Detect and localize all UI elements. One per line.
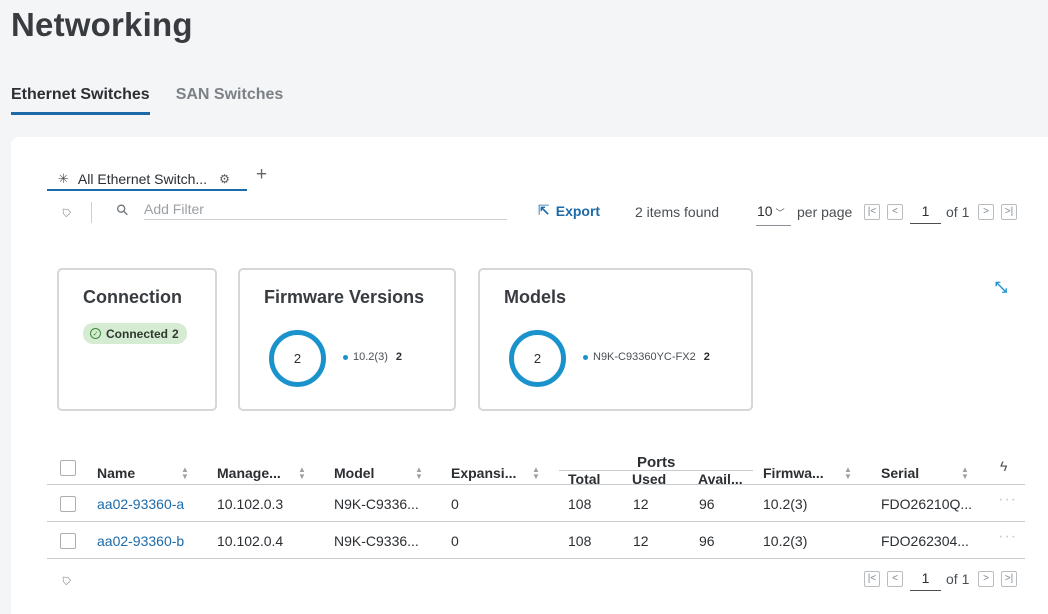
row-firmware: 10.2(3) <box>763 496 808 512</box>
firmware-donut[interactable]: 2 <box>269 330 326 387</box>
asterisk-icon: ✳ <box>58 170 69 186</box>
per-page-select[interactable]: 10 ﹀ <box>756 201 791 226</box>
page-of-label: of 1 <box>946 571 970 587</box>
models-legend-label: N9K-C93360YC-FX2 <box>593 351 696 363</box>
search-icon: ⚲ <box>112 200 133 221</box>
filter-input[interactable] <box>144 199 507 220</box>
content-card: ✳ All Ethernet Switch... ⚙ + ⌂ ⚲ ⇱ Expor… <box>11 137 1048 614</box>
row-model: N9K-C9336... <box>334 533 419 549</box>
top-tabs: Ethernet Switches SAN Switches <box>11 86 309 115</box>
connected-label: Connected <box>106 326 169 341</box>
col-ports: Ports <box>637 454 676 471</box>
legend-dot <box>343 354 348 360</box>
row-ports-available: 96 <box>699 533 715 549</box>
first-page-button[interactable]: |< <box>864 571 880 587</box>
ports-column-group: Ports Total Used Avail... <box>559 448 790 487</box>
page-title: Networking <box>11 6 193 43</box>
row-more-icon[interactable]: ··· <box>998 491 1017 509</box>
bolt-icon[interactable]: ϟ <box>1000 458 1007 474</box>
export-button[interactable]: ⇱ Export <box>538 202 600 219</box>
firmware-title: Firmware Versions <box>264 287 425 307</box>
col-firmware[interactable]: Firmwa... <box>763 465 824 481</box>
table-header: Name ▲ ▼ Manage... ▲ ▼ Model ▲ ▼ Expansi...… <box>47 444 1025 487</box>
row-ports-total: 108 <box>568 496 592 512</box>
items-found-count: 2 items found <box>635 204 720 220</box>
row-name-link[interactable]: aa02-93360-b <box>97 533 184 549</box>
col-serial[interactable]: Serial <box>881 465 919 481</box>
col-expansion[interactable]: Expansi... <box>451 465 516 481</box>
connection-widget: Connection ✓ Connected 2 <box>57 268 217 411</box>
models-legend-item[interactable]: N9K-C93360YC-FX2 2 <box>583 351 710 363</box>
last-page-button[interactable]: >| <box>1001 204 1017 220</box>
gear-icon[interactable]: ⚙ <box>219 172 230 186</box>
prev-page-button[interactable]: < <box>887 204 903 220</box>
sort-icon[interactable]: ▲ ▼ <box>181 466 189 481</box>
sort-icon[interactable]: ▲ ▼ <box>415 466 423 481</box>
row-ports-available: 96 <box>699 496 715 512</box>
next-page-button[interactable]: > <box>978 571 994 587</box>
view-tab-label: All Ethernet Switch... <box>77 170 208 187</box>
table-row[interactable]: aa02-93360-a 10.102.0.3 N9K-C9336... 0 1… <box>47 485 1025 522</box>
row-management: 10.102.0.4 <box>217 533 284 549</box>
row-expansion: 0 <box>451 496 459 512</box>
connection-title: Connection <box>83 287 182 307</box>
models-donut[interactable]: 2 <box>509 330 566 387</box>
row-serial: FDO26210Q... <box>881 496 973 512</box>
per-page-label: per page <box>797 204 853 220</box>
export-icon: ⇱ <box>538 202 550 218</box>
sort-icon[interactable]: ▲ ▼ <box>961 466 969 481</box>
row-serial: FDO262304... <box>881 533 969 549</box>
firmware-widget: Firmware Versions 2 10.2(3) 2 <box>238 268 456 411</box>
prev-page-button[interactable]: < <box>887 571 903 587</box>
sort-icon[interactable]: ▲ ▼ <box>532 466 540 481</box>
collapse-icon[interactable]: ⤡ <box>995 279 1007 296</box>
tag-icon[interactable]: ⌂ <box>56 570 74 588</box>
row-ports-used: 12 <box>633 496 649 512</box>
row-ports-total: 108 <box>568 533 592 549</box>
tab-ethernet-switches[interactable]: Ethernet Switches <box>11 86 150 115</box>
legend-dot <box>583 354 588 360</box>
page-number-input[interactable] <box>910 199 941 224</box>
check-circle-icon: ✓ <box>90 328 101 339</box>
view-tab-all-ethernet[interactable]: ✳ All Ethernet Switch... ⚙ <box>47 168 247 191</box>
first-page-button[interactable]: |< <box>864 204 880 220</box>
per-page-value: 10 <box>757 203 773 219</box>
models-title: Models <box>504 287 567 307</box>
col-management[interactable]: Manage... <box>217 465 281 481</box>
page-of-label: of 1 <box>946 204 970 220</box>
firmware-legend-label: 10.2(3) <box>353 351 388 363</box>
row-ports-used: 12 <box>633 533 649 549</box>
models-widget: Models 2 N9K-C93360YC-FX2 2 <box>478 268 753 411</box>
row-checkbox[interactable] <box>60 533 76 549</box>
chevron-down-icon: ﹀ <box>775 208 785 218</box>
page-number-input[interactable] <box>910 566 941 591</box>
table-row[interactable]: aa02-93360-b 10.102.0.4 N9K-C9336... 0 1… <box>47 522 1025 559</box>
select-all-checkbox[interactable] <box>60 460 76 476</box>
row-name-link[interactable]: aa02-93360-a <box>97 496 184 512</box>
toolbar-divider <box>91 202 92 223</box>
add-view-tab-button[interactable]: + <box>256 164 267 186</box>
tag-icon[interactable]: ⌂ <box>56 202 74 220</box>
firmware-legend-value: 2 <box>395 351 402 363</box>
col-model[interactable]: Model <box>334 465 374 481</box>
tab-san-switches[interactable]: SAN Switches <box>176 86 284 115</box>
sort-icon[interactable]: ▲ ▼ <box>298 466 306 481</box>
export-label: Export <box>555 202 601 219</box>
row-expansion: 0 <box>451 533 459 549</box>
row-firmware: 10.2(3) <box>763 533 808 549</box>
sort-icon[interactable]: ▲ ▼ <box>844 466 852 481</box>
last-page-button[interactable]: >| <box>1001 571 1017 587</box>
connected-badge[interactable]: ✓ Connected 2 <box>83 323 187 344</box>
next-page-button[interactable]: > <box>978 204 994 220</box>
row-checkbox[interactable] <box>60 496 76 512</box>
models-legend-value: 2 <box>703 351 710 363</box>
row-more-icon[interactable]: ··· <box>998 528 1017 546</box>
row-model: N9K-C9336... <box>334 496 419 512</box>
col-name[interactable]: Name <box>97 465 135 481</box>
connected-count: 2 <box>172 326 179 341</box>
firmware-legend-item[interactable]: 10.2(3) 2 <box>343 351 402 363</box>
row-management: 10.102.0.3 <box>217 496 284 512</box>
